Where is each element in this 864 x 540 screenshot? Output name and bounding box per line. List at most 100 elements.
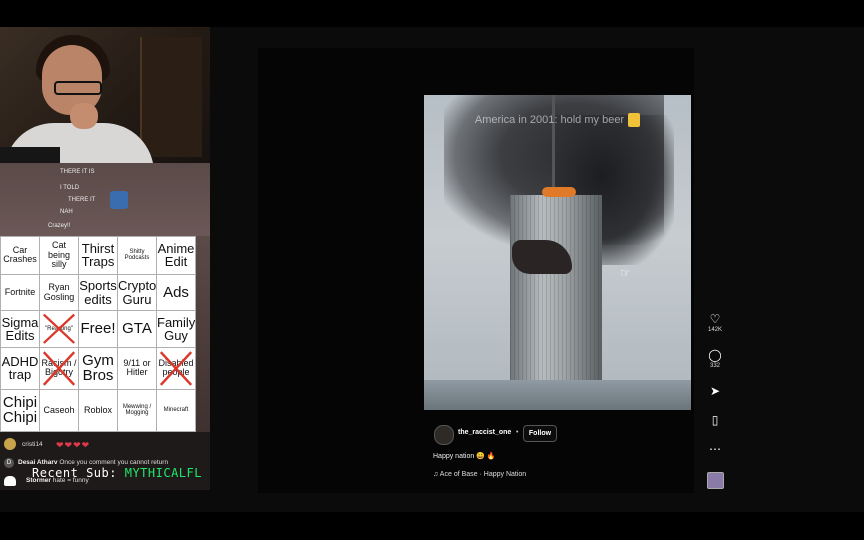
chat-avatar xyxy=(4,438,16,450)
bingo-cell-label: Minecraft xyxy=(163,407,189,414)
bingo-cell-label: Chipi Chipi xyxy=(2,393,38,427)
send-icon: ➤ xyxy=(709,384,721,398)
chat-avatar: D xyxy=(4,458,14,468)
bingo-cell: Free! xyxy=(78,310,118,348)
bingo-cell: Anime Edit xyxy=(156,236,196,275)
bingo-cell: "Reacting" xyxy=(39,310,79,348)
audio-thumbnail[interactable] xyxy=(707,472,724,489)
chat-line: THERE IT xyxy=(68,197,96,203)
streamer-glasses xyxy=(54,81,102,95)
bingo-cell: Racism / Bigotry xyxy=(39,346,79,390)
bingo-cell: Ads xyxy=(156,273,196,312)
antenna xyxy=(552,95,555,195)
bingo-cell-label: Caseoh xyxy=(43,404,75,415)
avatar[interactable] xyxy=(434,425,454,445)
bingo-cell-label: Disabled people xyxy=(158,358,194,378)
chat-username: cristi14 xyxy=(22,441,43,448)
follow-button[interactable]: Follow xyxy=(523,425,557,442)
webcam-feed xyxy=(0,27,210,163)
bingo-cell: Ryan Gosling xyxy=(39,273,79,312)
bingo-cell: Car Crashes xyxy=(0,236,40,275)
bingo-cell-label: Family Guy xyxy=(157,314,196,344)
music-track[interactable]: ♫ Ace of Base · Happy Nation xyxy=(433,471,526,478)
bingo-cell-label: Crypto Guru xyxy=(118,278,157,307)
chat-line: Crazey!! xyxy=(48,223,71,229)
bingo-row: Fortnite Ryan Gosling Sports edits Crypto G… xyxy=(0,273,196,312)
bingo-cell-label: "Reacting" xyxy=(45,326,73,333)
bingo-cell: Caseoh xyxy=(39,388,79,433)
bingo-cell: Chipi Chipi xyxy=(0,388,40,433)
comment-button[interactable]: ◯ 332 xyxy=(705,348,725,370)
like-button[interactable]: ♡ 142K xyxy=(705,312,725,334)
bingo-cell: Gym Bros xyxy=(78,346,118,390)
bingo-card: Car Crashes Cat being silly Thirst Traps Sh… xyxy=(0,236,196,433)
chat-line: NAH xyxy=(60,209,73,215)
bingo-cell-label: Roblox xyxy=(83,404,112,415)
bingo-cell: Sports edits xyxy=(78,273,118,312)
bingo-cell: Crypto Guru xyxy=(117,273,157,312)
bingo-cell: 9/11 or Hitler xyxy=(117,346,157,390)
bingo-cell: Fortnite xyxy=(0,273,40,312)
bingo-cell-label: ADHD trap xyxy=(1,353,39,383)
bingo-cell: Family Guy xyxy=(156,310,196,348)
chat-overlay: THERE IT IS I TOLD THERE IT NAH Crazey!! xyxy=(0,163,210,236)
bingo-cell-label: Car Crashes xyxy=(3,245,37,265)
bingo-cell: Minecraft xyxy=(156,388,196,433)
bingo-cell-label: Cat being silly xyxy=(47,240,71,270)
hand-cursor-icon: ☞ xyxy=(620,266,631,280)
bingo-cell-label: Gym Bros xyxy=(82,351,114,385)
more-button[interactable]: ⋯ xyxy=(705,442,725,456)
bingo-cell-label: Mewwing / Mogging xyxy=(122,404,152,417)
microphone xyxy=(0,147,60,163)
chat-message: Once you comment you cannot return xyxy=(59,459,169,466)
bingo-row: ADHD trap Racism / Bigotry Gym Bros 9/11 or… xyxy=(0,346,196,390)
save-button[interactable]: ▯ xyxy=(705,413,725,427)
city-skyline xyxy=(424,380,691,410)
bingo-cell-label: Anime Edit xyxy=(157,240,195,270)
shelf xyxy=(140,37,202,157)
bingo-cell: Mewwing / Mogging xyxy=(117,388,157,433)
chat-username: Desai Atharv xyxy=(18,459,58,466)
bingo-row: Sigma Edits "Reacting" Free! GTA Family Guy xyxy=(0,310,196,348)
bingo-cell-label: Ads xyxy=(163,283,189,301)
bingo-cell-label: GTA xyxy=(122,320,152,338)
heart-emotes: ❤❤❤❤ xyxy=(56,440,91,450)
bingo-cell-label: Free! xyxy=(80,320,116,338)
comment-icon: ◯ xyxy=(708,348,722,362)
chat-avatar xyxy=(4,476,16,486)
bingo-cell: ADHD trap xyxy=(0,346,40,390)
chat-emote xyxy=(110,191,128,209)
reel-caption: America in 2001: hold my beer xyxy=(424,113,691,127)
more-icon: ⋯ xyxy=(709,442,721,456)
username[interactable]: the_raccist_one xyxy=(458,429,511,436)
bingo-cell-label: Sports edits xyxy=(79,278,117,307)
bookmark-icon: ▯ xyxy=(711,413,719,427)
bingo-cell-label: Shitty Podcasts xyxy=(124,249,150,262)
bingo-cell-label: Ryan Gosling xyxy=(43,282,75,302)
bingo-cell: Disabled people xyxy=(156,346,196,390)
bingo-row: Chipi Chipi Caseoh Roblox Mewwing / Mogging… xyxy=(0,388,196,433)
bingo-cell-label: 9/11 or Hitler xyxy=(123,358,151,378)
beer-icon xyxy=(628,113,641,127)
bingo-cell: Shitty Podcasts xyxy=(117,236,157,275)
like-count: 142K xyxy=(707,327,722,333)
recent-sub-banner: Recent Sub: MYTHICALFL xyxy=(32,466,202,480)
bingo-cell-label: Fortnite xyxy=(4,286,36,297)
separator-dot: • xyxy=(516,429,519,436)
bingo-cell: Roblox xyxy=(78,388,118,433)
reel-description: Happy nation 😀 🔥 xyxy=(433,453,496,460)
heart-icon: ♡ xyxy=(709,312,721,326)
fire xyxy=(542,187,576,197)
comment-count: 332 xyxy=(709,363,720,369)
bingo-cell: Sigma Edits xyxy=(0,310,40,348)
bingo-cell-label: Sigma Edits xyxy=(1,314,39,344)
overlay-strip xyxy=(196,236,210,432)
recent-sub-label: Recent Sub: xyxy=(32,466,117,480)
share-button[interactable]: ➤ xyxy=(705,384,725,398)
bingo-grid: Car Crashes Cat being silly Thirst Traps Sh… xyxy=(0,236,196,433)
streamer-hand xyxy=(70,103,98,129)
reel-video[interactable]: America in 2001: hold my beer xyxy=(424,95,691,410)
tower xyxy=(510,195,602,410)
bingo-cell-label: Racism / Bigotry xyxy=(41,358,77,378)
bingo-cell: Cat being silly xyxy=(39,236,79,275)
